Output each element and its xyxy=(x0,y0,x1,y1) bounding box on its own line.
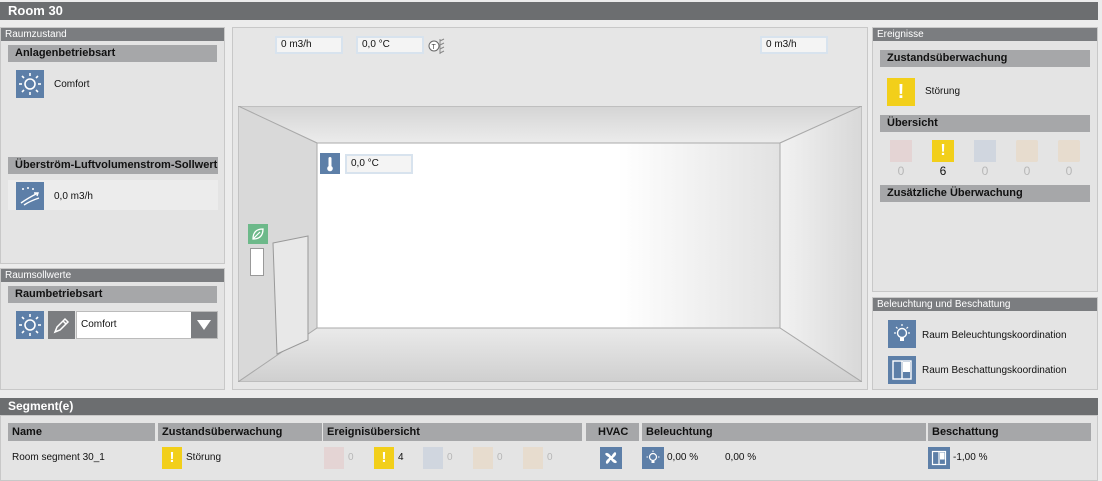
alarm-bell-icon[interactable] xyxy=(890,140,912,162)
ueberstroem-value: 0,0 m3/h xyxy=(54,191,93,202)
ereignisse-header: Ereignisse xyxy=(873,28,1097,41)
disabled-icon[interactable] xyxy=(523,447,543,469)
raumbetriebsart-select[interactable]: Comfort xyxy=(76,311,218,339)
zustand-status: Störung xyxy=(925,86,961,97)
col-beleuchtung: Beleuchtung xyxy=(642,423,926,441)
raumbetriebsart-selected: Comfort xyxy=(81,319,117,330)
segment-name[interactable]: Room segment 30_1 xyxy=(12,452,105,463)
segment-count-disabled: 0 xyxy=(547,452,553,463)
supply-temp-field: 0,0 °C xyxy=(356,36,424,54)
airflow-icon xyxy=(16,182,44,210)
segment-light-1: 0,00 % xyxy=(667,452,699,463)
supply-air-field: 0 m3/h xyxy=(275,36,343,54)
blinds-icon[interactable] xyxy=(928,447,950,469)
beleuchtung-header: Beleuchtung und Beschattung xyxy=(873,298,1097,311)
segment-count-out-of-service: 0 xyxy=(497,452,503,463)
ereignisse-panel: Ereignisse Zustandsüberwachung ! Störung… xyxy=(872,27,1098,292)
segments-title: Segment(e) xyxy=(0,398,1098,415)
chevron-down-icon[interactable] xyxy=(191,312,217,338)
col-hvac: HVAC xyxy=(586,423,639,441)
window-title: Room 30 xyxy=(0,2,1098,20)
raumbetriebsart-label: Raumbetriebsart xyxy=(8,286,217,303)
svg-text:T: T xyxy=(432,44,437,51)
exhaust-air-field: 0 m3/h xyxy=(760,36,828,54)
zusaetzliche-label: Zusätzliche Überwachung xyxy=(880,185,1090,202)
fault-icon[interactable]: ! xyxy=(932,140,954,162)
col-zustand: Zustandsüberwachung xyxy=(158,423,322,441)
beleuchtung-panel: Beleuchtung und Beschattung Raum Beleuch… xyxy=(872,297,1098,390)
lightbulb-icon[interactable] xyxy=(642,447,664,469)
warning-icon: ! xyxy=(162,447,182,469)
segment-count-maintenance: 0 xyxy=(447,452,453,463)
disabled-icon[interactable] xyxy=(1058,140,1080,162)
blinds-icon[interactable] xyxy=(888,356,916,384)
sun-icon xyxy=(16,311,44,339)
warning-icon: ! xyxy=(887,78,915,106)
count-fault: 6 xyxy=(939,164,947,178)
uebersicht-label: Übersicht xyxy=(880,115,1090,132)
maintenance-icon[interactable] xyxy=(423,447,443,469)
thermostat-icon: T xyxy=(427,37,447,58)
segment-shade: -1,00 % xyxy=(953,452,988,463)
anlagenbetriebsart-value: Comfort xyxy=(54,79,90,90)
beschattung-item-label[interactable]: Raum Beschattungskoordination xyxy=(922,365,1067,376)
raumzustand-panel: Raumzustand Anlagenbetriebsart Comfort Ü… xyxy=(0,27,225,264)
count-out-of-service: 0 xyxy=(1023,164,1031,178)
lightbulb-icon[interactable] xyxy=(888,320,916,348)
fault-icon[interactable]: ! xyxy=(374,447,394,469)
room-view: 0 m3/h 0,0 °C T 0 m3/h 0,0 °C xyxy=(232,27,868,390)
maintenance-icon[interactable] xyxy=(974,140,996,162)
uebersicht-counts: 0 ! 6 0 0 0 xyxy=(888,140,1088,180)
col-ereignis: Ereignisübersicht xyxy=(323,423,582,441)
raumsollwerte-panel: Raumsollwerte Raumbetriebsart Comfort xyxy=(0,268,225,390)
edit-icon[interactable] xyxy=(48,311,75,339)
alarm-bell-icon[interactable] xyxy=(324,447,344,469)
count-disabled: 0 xyxy=(1065,164,1073,178)
out-of-service-icon[interactable] xyxy=(1016,140,1038,162)
count-maintenance: 0 xyxy=(981,164,989,178)
out-of-service-icon[interactable] xyxy=(473,447,493,469)
hvac-fan-icon[interactable] xyxy=(600,447,622,469)
col-name: Name xyxy=(8,423,155,441)
beleuchtung-item-label[interactable]: Raum Beleuchtungskoordination xyxy=(922,330,1067,341)
segment-light-2: 0,00 % xyxy=(725,452,757,463)
segment-count-alarm: 0 xyxy=(348,452,354,463)
sun-icon xyxy=(16,70,44,98)
room-drawing xyxy=(238,106,862,382)
ueberstroem-label: Überström-Luftvolumenstrom-Sollwert xyxy=(8,157,218,174)
eco-leaf-icon[interactable] xyxy=(248,224,268,244)
raumzustand-header: Raumzustand xyxy=(1,28,224,41)
anlagenbetriebsart-label: Anlagenbetriebsart xyxy=(8,45,217,62)
room-temp-field: 0,0 °C xyxy=(345,154,413,174)
segment-count-fault: 4 xyxy=(398,452,404,463)
raumsollwerte-header: Raumsollwerte xyxy=(1,269,224,282)
segments-panel: Name Zustandsüberwachung Ereignisübersic… xyxy=(0,415,1098,481)
segment-status: Störung xyxy=(186,452,222,463)
table-row[interactable]: Room segment 30_1 ! Störung 0 ! 4 0 0 0 … xyxy=(1,446,1097,472)
room-device-icon[interactable] xyxy=(250,248,264,276)
zustand-label: Zustandsüberwachung xyxy=(880,50,1090,67)
thermometer-icon xyxy=(320,153,340,174)
col-beschattung: Beschattung xyxy=(928,423,1091,441)
count-alarm: 0 xyxy=(897,164,905,178)
